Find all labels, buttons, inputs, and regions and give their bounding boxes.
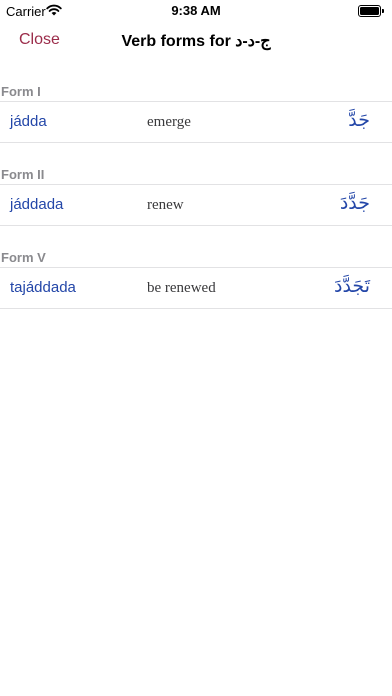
transliteration: jádda — [10, 113, 47, 130]
section-form-1: Form I jádda emerge جَدَّ — [0, 83, 392, 143]
arabic-form: جَدَّ — [348, 109, 370, 131]
verb-form-row[interactable]: jáddada renew جَدَّدَ — [0, 184, 392, 226]
meaning: emerge — [147, 114, 191, 130]
nav-bar: Close Verb forms for ج-د-د — [0, 22, 392, 62]
status-bar: Carrier 9:38 AM — [0, 0, 392, 22]
verb-form-row[interactable]: jádda emerge جَدَّ — [0, 101, 392, 143]
section-header: Form II — [1, 167, 45, 182]
verb-form-row[interactable]: tajáddada be renewed تَجَدَّدَ — [0, 267, 392, 309]
status-time: 9:38 AM — [171, 3, 221, 18]
arabic-form: جَدَّدَ — [339, 192, 370, 214]
transliteration: tajáddada — [10, 279, 76, 296]
arabic-form: تَجَدَّدَ — [334, 275, 370, 297]
section-form-5: Form V tajáddada be renewed تَجَدَّدَ — [0, 249, 392, 309]
section-header: Form I — [1, 84, 41, 99]
battery-icon — [358, 5, 384, 17]
page-title: Verb forms for ج-د-د — [121, 33, 271, 50]
section-header: Form V — [1, 250, 46, 265]
section-form-2: Form II jáddada renew جَدَّدَ — [0, 166, 392, 226]
meaning: renew — [147, 197, 184, 213]
meaning: be renewed — [147, 280, 216, 296]
transliteration: jáddada — [10, 196, 64, 213]
